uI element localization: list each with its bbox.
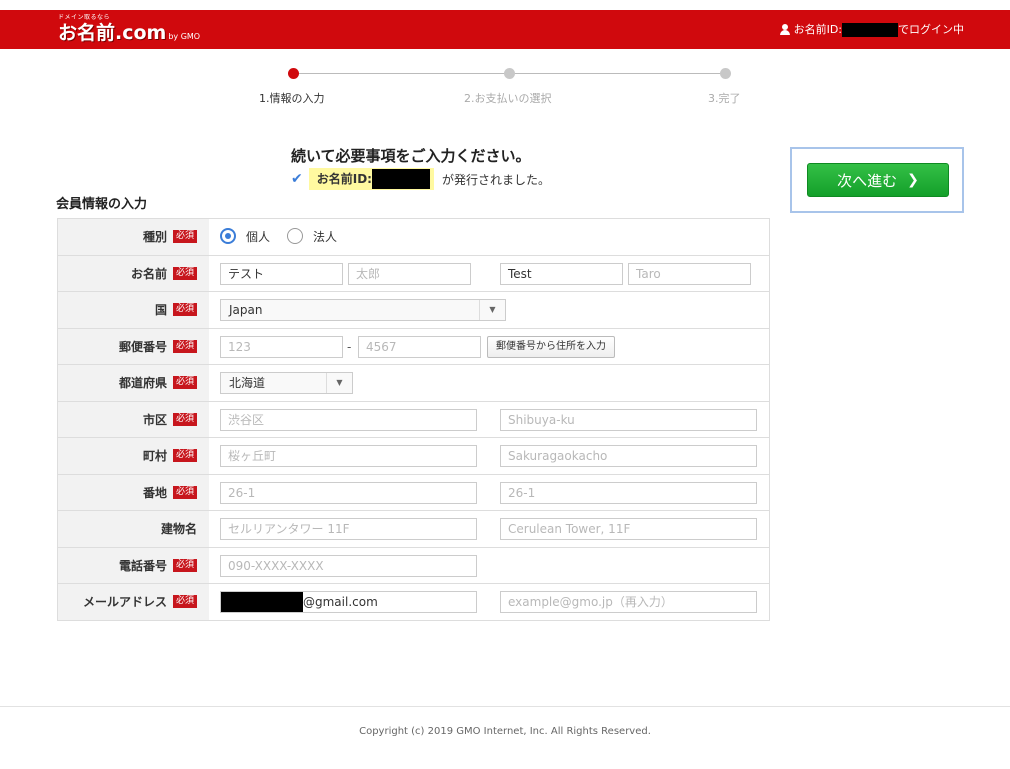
caret-down-icon: ▼ xyxy=(326,373,352,393)
required-badge: 必須 xyxy=(172,558,197,572)
next-button-focus-frame: 次へ進む ❯ xyxy=(790,147,964,213)
postal-label: 郵便番号 xyxy=(118,339,167,354)
step-3-label: 3.完了 xyxy=(708,92,741,105)
last-name-en-input[interactable]: Test xyxy=(500,262,623,285)
step-1-dot xyxy=(288,68,299,79)
id-issued-notice: ✔ お名前ID: が発行されました。 xyxy=(291,168,550,190)
form-row-country: 国必須 Japan ▼ xyxy=(58,292,769,329)
town-label: 町村 xyxy=(142,449,167,464)
footer-divider xyxy=(0,706,1010,707)
building-en-input[interactable]: Cerulean Tower, 11F xyxy=(500,518,757,540)
required-badge: 必須 xyxy=(172,303,197,317)
lead-heading: 続いて必要事項をご入力ください。 xyxy=(291,147,531,165)
type-corporate-radio[interactable] xyxy=(287,228,303,244)
logo-tagline: ドメイン取るなら xyxy=(58,14,111,21)
step-3-dot xyxy=(720,68,731,79)
required-badge: 必須 xyxy=(172,266,197,280)
login-prefix: お名前ID: xyxy=(793,23,842,36)
required-badge: 必須 xyxy=(172,595,197,609)
form-row-building: 建物名 セルリアンタワー 11F Cerulean Tower, 11F xyxy=(58,511,769,548)
redacted-email-local xyxy=(221,592,303,612)
notice-highlight: お名前ID: xyxy=(308,168,434,190)
next-button-label: 次へ進む xyxy=(837,171,898,190)
required-badge: 必須 xyxy=(172,339,197,353)
type-corporate-label[interactable]: 法人 xyxy=(313,226,337,248)
phone-label: 電話番号 xyxy=(118,558,167,573)
next-button[interactable]: 次へ進む ❯ xyxy=(807,163,949,197)
required-badge: 必須 xyxy=(172,412,197,426)
country-value: Japan xyxy=(229,303,263,317)
type-label: 種別 xyxy=(142,230,167,245)
redacted-user-id xyxy=(842,22,898,37)
first-name-en-input[interactable]: Taro xyxy=(628,262,751,285)
user-icon xyxy=(779,24,790,35)
form-row-city: 市区 必須 渋谷区 Shibuya-ku xyxy=(58,401,769,438)
step-2-dot xyxy=(504,68,515,79)
postal-code-part1-input[interactable]: 123 xyxy=(220,335,343,358)
section-title: 会員情報の入力 xyxy=(56,197,148,212)
prefecture-label: 都道府県 xyxy=(118,376,167,391)
city-en-input[interactable]: Shibuya-ku xyxy=(500,408,757,431)
form-row-name: お名前 必須 テスト 太郎 Test Taro xyxy=(58,255,769,292)
login-suffix: でログイン中 xyxy=(898,23,964,36)
onamae-logo[interactable]: ドメイン取るなら お名前.com by GMO xyxy=(58,14,200,44)
prefecture-value: 北海道 xyxy=(229,376,266,390)
type-individual-label[interactable]: 個人 xyxy=(246,226,270,248)
city-input[interactable]: 渋谷区 xyxy=(220,408,477,431)
notice-text: が発行されました。 xyxy=(441,172,550,187)
login-status: お名前ID: でログイン中 xyxy=(779,10,964,49)
postal-lookup-button[interactable]: 郵便番号から住所を入力 xyxy=(487,335,615,358)
form-row-town: 町村 必須 桜ヶ丘町 Sakuragaokacho xyxy=(58,438,769,475)
building-label: 建物名 xyxy=(160,522,197,537)
step-1-label: 1.情報の入力 xyxy=(259,92,325,105)
form-row-address: 番地 必須 26-1 26-1 xyxy=(58,474,769,511)
form-row-email: メールアドレス 必須 @gmail.com example@gmo.jp（再入力） xyxy=(58,584,769,621)
notice-id-prefix: お名前ID: xyxy=(316,172,372,186)
email-input[interactable]: @gmail.com xyxy=(220,591,477,613)
address-en-input[interactable]: 26-1 xyxy=(500,481,757,504)
logo-wordmark: お名前.com xyxy=(58,22,167,44)
form-row-phone: 電話番号 必須 090-XXXX-XXXX xyxy=(58,547,769,584)
step-2-label: 2.お支払いの選択 xyxy=(464,92,552,105)
first-name-input[interactable]: 太郎 xyxy=(348,262,471,285)
city-label: 市区 xyxy=(142,412,167,427)
form-row-postal: 郵便番号 必須 123 - 4567 郵便番号から住所を入力 xyxy=(58,328,769,365)
postal-code-part2-input[interactable]: 4567 xyxy=(358,335,481,358)
building-input[interactable]: セルリアンタワー 11F xyxy=(220,518,477,540)
chevron-right-icon: ❯ xyxy=(907,172,919,188)
postal-dash: - xyxy=(347,339,352,354)
address-input[interactable]: 26-1 xyxy=(220,481,477,504)
form-row-prefecture: 都道府県 必須 北海道 ▼ xyxy=(58,365,769,402)
prefecture-select[interactable]: 北海道 ▼ xyxy=(220,372,353,394)
country-select[interactable]: Japan ▼ xyxy=(220,299,506,321)
phone-input[interactable]: 090-XXXX-XXXX xyxy=(220,554,477,577)
redacted-issued-id xyxy=(371,169,430,189)
copyright: Copyright (c) 2019 GMO Internet, Inc. Al… xyxy=(359,726,651,737)
email-label: メールアドレス xyxy=(82,595,167,610)
address-label: 番地 xyxy=(142,485,167,500)
member-info-form: 種別 必須 個人 法人 お名前 必須 テスト 太郎 Test Taro 国必須 Ja… xyxy=(57,218,770,621)
country-label: 国 xyxy=(154,303,167,318)
town-en-input[interactable]: Sakuragaokacho xyxy=(500,445,757,467)
site-header: ドメイン取るなら お名前.com by GMO お名前ID: でログイン中 xyxy=(0,10,1010,49)
name-label: お名前 xyxy=(130,266,167,281)
logo-gmo: by GMO xyxy=(168,32,201,41)
last-name-input[interactable]: テスト xyxy=(220,262,343,285)
check-icon: ✔ xyxy=(291,171,303,187)
type-individual-radio[interactable] xyxy=(220,228,236,244)
form-row-type: 種別 必須 個人 法人 xyxy=(58,219,769,256)
required-badge: 必須 xyxy=(172,376,197,390)
email-confirm-input[interactable]: example@gmo.jp（再入力） xyxy=(500,591,757,613)
town-input[interactable]: 桜ヶ丘町 xyxy=(220,445,477,467)
required-badge: 必須 xyxy=(172,449,197,463)
caret-down-icon: ▼ xyxy=(479,300,505,320)
required-badge: 必須 xyxy=(172,230,197,244)
required-badge: 必須 xyxy=(172,485,197,499)
email-domain: @gmail.com xyxy=(303,595,378,609)
